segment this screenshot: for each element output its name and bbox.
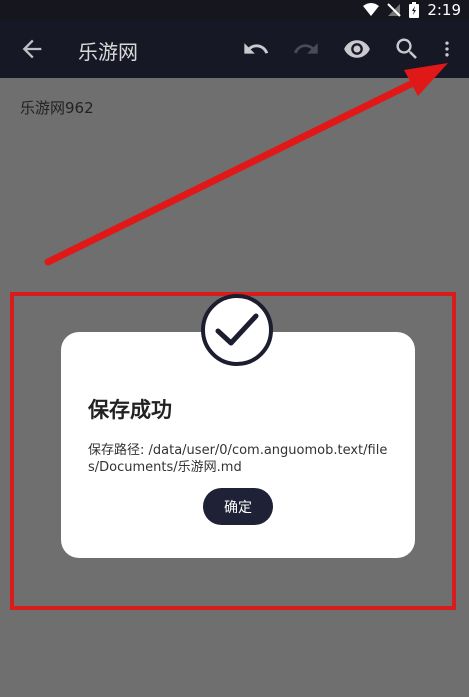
no-signal-icon	[387, 3, 402, 17]
app-title: 乐游网	[78, 40, 138, 64]
success-check-icon	[201, 294, 273, 366]
redo-icon[interactable]	[292, 35, 320, 63]
checkmark-icon	[215, 313, 259, 346]
battery-charging-icon	[409, 2, 420, 18]
status-time: 2:19	[427, 1, 461, 19]
dialog-message: 保存路径: /data/user/0/com.anguomob.text/fil…	[88, 443, 388, 475]
dialog-title: 保存成功	[88, 398, 172, 422]
search-icon[interactable]	[393, 35, 421, 63]
wifi-icon	[363, 3, 380, 16]
more-vertical-icon[interactable]	[437, 35, 457, 63]
undo-icon[interactable]	[242, 35, 270, 63]
editor-text[interactable]: 乐游网962	[20, 97, 94, 118]
app-bar: 乐游网	[0, 20, 469, 78]
preview-eye-icon[interactable]	[343, 35, 371, 63]
confirm-button[interactable]: 确定	[203, 488, 273, 525]
back-arrow-icon[interactable]	[18, 35, 46, 63]
status-icons: 2:19	[363, 0, 461, 20]
status-bar: 2:19	[0, 0, 469, 20]
